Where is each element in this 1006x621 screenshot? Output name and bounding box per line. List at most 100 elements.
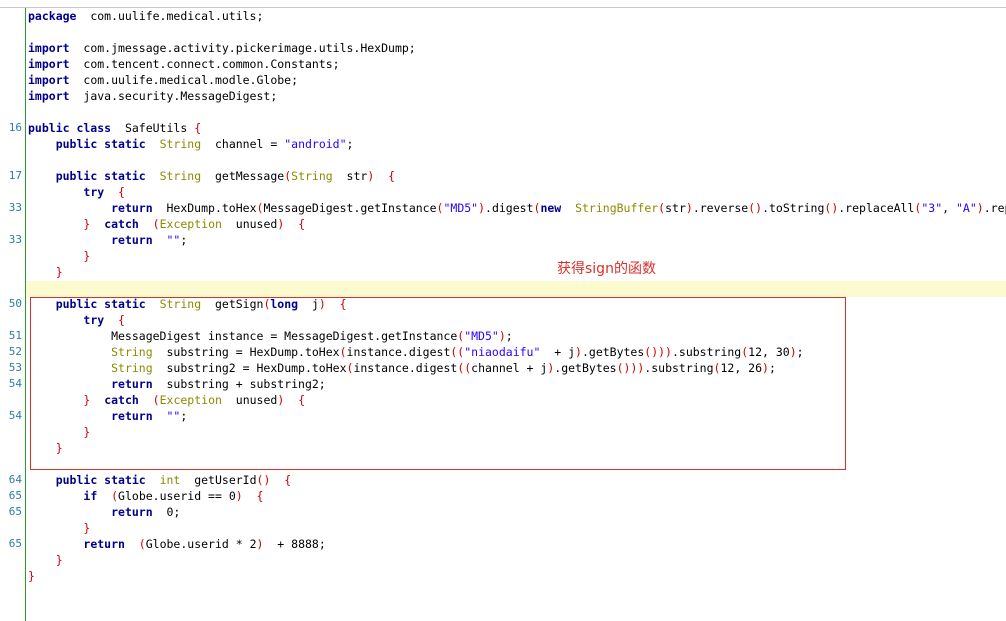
keyword-token: import xyxy=(28,41,70,55)
line-number: 65 xyxy=(8,489,22,502)
keyword-token: return xyxy=(111,233,153,247)
code-editor[interactable]: 16 17 33 33 50 51 52 53 54 54 64 65 65 65 package com… xyxy=(0,0,1006,621)
code-line[interactable]: import com.jmessage.activity.pickerimage… xyxy=(28,40,1006,56)
code-line[interactable]: package com.uulife.medical.utils; xyxy=(28,8,1006,24)
bracket-token: { xyxy=(118,185,125,199)
code-token: 0; xyxy=(152,505,181,519)
line-number: 33 xyxy=(8,233,22,246)
bracket-token: } xyxy=(83,249,91,263)
code-line[interactable]: } xyxy=(28,264,1006,280)
code-line[interactable]: public static String channel = "android"… xyxy=(28,136,1006,152)
line-number xyxy=(0,8,22,24)
keyword-token: package xyxy=(28,9,77,23)
line-number xyxy=(0,456,22,472)
string-token: "A" xyxy=(956,201,977,215)
bracket-token: () xyxy=(256,473,271,487)
code-token: , xyxy=(942,201,956,215)
code-line[interactable]: import com.uulife.medical.modle.Globe; xyxy=(28,72,1006,88)
keyword-token: return xyxy=(83,537,125,551)
code-token: ; xyxy=(346,137,354,151)
line-number xyxy=(0,424,22,440)
code-line[interactable]: return (Globe.userid * 2) + 8888; xyxy=(28,536,1006,552)
code-line[interactable]: return ""; xyxy=(28,232,1006,248)
code-token: .replaceAll xyxy=(838,201,915,215)
keyword-token: import xyxy=(28,73,70,87)
code-line[interactable]: import com.tencent.connect.common.Consta… xyxy=(28,56,1006,72)
code-area[interactable]: package com.uulife.medical.utils; import … xyxy=(28,8,1006,584)
code-line[interactable]: } catch (Exception unused) { xyxy=(28,216,1006,232)
type-token: String xyxy=(291,169,333,183)
code-line[interactable]: } xyxy=(28,248,1006,264)
code-line[interactable]: } xyxy=(28,552,1006,568)
code-line[interactable]: import java.security.MessageDigest; xyxy=(28,88,1006,104)
code-line[interactable]: if (Globe.userid == 0) { xyxy=(28,488,1006,504)
keyword-token: import xyxy=(28,57,70,71)
code-line[interactable]: public static String getMessage(String s… xyxy=(28,168,1006,184)
line-number xyxy=(0,392,22,408)
line-number xyxy=(0,40,22,56)
string-token: "MD5" xyxy=(443,201,479,215)
code-token: .reverse xyxy=(692,201,749,215)
type-token: Exception xyxy=(159,217,222,231)
line-number: 64 xyxy=(8,473,22,486)
line-number: 65 xyxy=(8,505,22,518)
code-line[interactable]: return 0; xyxy=(28,504,1006,520)
code-line[interactable] xyxy=(28,280,1006,296)
bracket-token: ) xyxy=(976,201,984,215)
line-number xyxy=(0,24,22,40)
code-token: SafeUtils xyxy=(111,121,195,135)
bracket-token: ( xyxy=(138,537,146,551)
type-token: int xyxy=(159,473,181,487)
bracket-token: { xyxy=(298,217,306,231)
line-number: 17 xyxy=(8,169,22,182)
code-line[interactable]: public class SafeUtils { xyxy=(28,120,1006,136)
bracket-token: { xyxy=(284,473,292,487)
code-line[interactable]: } xyxy=(28,568,1006,584)
line-number xyxy=(0,88,22,104)
code-token: .digest xyxy=(485,201,534,215)
line-number xyxy=(0,152,22,168)
code-token: str xyxy=(332,169,368,183)
bracket-token: () xyxy=(824,201,839,215)
keyword-token: public static xyxy=(55,473,146,487)
keyword-token: try xyxy=(83,185,105,199)
bracket-token: ) xyxy=(685,201,693,215)
bracket-token: ) xyxy=(235,489,243,503)
code-token: java.security.MessageDigest; xyxy=(69,89,278,103)
code-line[interactable] xyxy=(28,104,1006,120)
keyword-token: return xyxy=(111,505,153,519)
code-token: getUserId xyxy=(180,473,257,487)
code-line[interactable]: public static int getUserId() { xyxy=(28,472,1006,488)
bracket-token: { xyxy=(388,169,396,183)
bracket-token: } xyxy=(28,569,35,583)
line-number xyxy=(0,216,22,232)
code-token: getMessage xyxy=(201,169,285,183)
keyword-token: public class xyxy=(28,121,112,135)
code-line[interactable]: try { xyxy=(28,184,1006,200)
code-token: .replace xyxy=(983,201,1006,215)
line-number: 16 xyxy=(8,121,22,134)
line-number: 65 xyxy=(8,537,22,550)
code-line[interactable]: return HexDump.toHex(MessageDigest.getIn… xyxy=(28,200,1006,216)
code-line[interactable] xyxy=(28,24,1006,40)
code-line[interactable]: } xyxy=(28,520,1006,536)
bracket-token: } xyxy=(83,521,91,535)
line-number: 51 xyxy=(8,329,22,342)
bracket-token: { xyxy=(194,121,202,135)
code-line[interactable] xyxy=(28,152,1006,168)
string-token: "3" xyxy=(921,201,943,215)
type-token: StringBuffer xyxy=(575,201,659,215)
keyword-token: new xyxy=(540,201,562,215)
